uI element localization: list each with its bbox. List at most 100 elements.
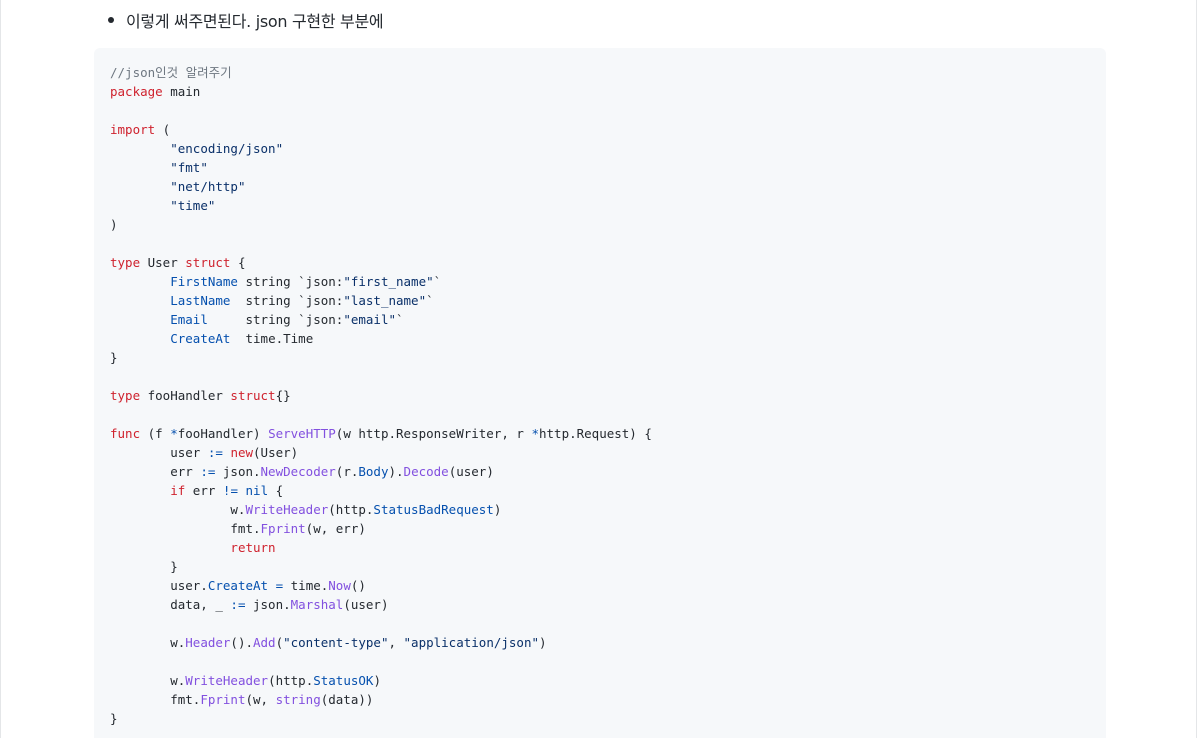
code-token: fooHandler bbox=[140, 388, 231, 403]
code-token: "encoding/json" bbox=[170, 141, 284, 156]
code-token: (data)) bbox=[320, 692, 374, 707]
code-token: } bbox=[110, 711, 118, 726]
code-token: := bbox=[207, 445, 223, 460]
code-token: type bbox=[110, 255, 141, 270]
code-token: json. bbox=[245, 597, 291, 612]
code-line: "time" bbox=[110, 196, 1090, 215]
code-line: LastName string `json:"last_name"` bbox=[110, 291, 1090, 310]
code-token: fooHandler) bbox=[177, 426, 269, 441]
code-token: time. bbox=[283, 578, 329, 593]
code-token: (r. bbox=[335, 464, 359, 479]
code-token: //json인것 알려주기 bbox=[110, 65, 232, 80]
code-token: "email" bbox=[343, 312, 397, 327]
code-token: NewDecoder bbox=[260, 464, 336, 479]
code-token: ) bbox=[373, 673, 381, 688]
code-token: "application/json" bbox=[403, 635, 539, 650]
code-token: w. bbox=[110, 635, 186, 650]
code-token: package bbox=[110, 84, 163, 99]
code-token: import bbox=[110, 122, 156, 137]
code-token: type bbox=[110, 388, 141, 403]
code-token: if bbox=[170, 483, 186, 498]
code-line: "net/http" bbox=[110, 177, 1090, 196]
code-line: func (f *fooHandler) ServeHTTP(w http.Re… bbox=[110, 424, 1090, 443]
code-token: func bbox=[110, 426, 141, 441]
code-token: time.Time bbox=[230, 331, 314, 346]
code-token: FirstName bbox=[170, 274, 238, 289]
code-token: ) bbox=[493, 502, 502, 517]
code-line: fmt.Fprint(w, err) bbox=[110, 519, 1090, 538]
code-line: package main bbox=[110, 82, 1090, 101]
code-token: ( bbox=[275, 635, 284, 650]
document-page: 이렇게 써주면된다. json 구현한 부분에 //json인것 알려주기 pac… bbox=[0, 0, 1197, 738]
code-line: user.CreateAt = time.Now() bbox=[110, 576, 1090, 595]
code-token: (user) bbox=[343, 597, 389, 612]
code-token: != bbox=[222, 483, 238, 498]
code-token: w. bbox=[110, 673, 186, 688]
code-token: return bbox=[230, 540, 276, 555]
code-line: err := json.NewDecoder(r.Body).Decode(us… bbox=[110, 462, 1090, 481]
code-token: struct bbox=[185, 255, 231, 270]
code-token: { bbox=[230, 255, 246, 270]
code-line: FirstName string `json:"first_name"` bbox=[110, 272, 1090, 291]
code-line: if err != nil { bbox=[110, 481, 1090, 500]
code-token: ServeHTTP bbox=[268, 426, 336, 441]
code-token: "content-type" bbox=[283, 635, 389, 650]
code-token: main bbox=[162, 84, 201, 99]
code-token: (w, err) bbox=[305, 521, 366, 536]
code-line: data, _ := json.Marshal(user) bbox=[110, 595, 1090, 614]
code-token: Fprint bbox=[260, 521, 306, 536]
code-token: (). bbox=[230, 635, 253, 650]
code-token: LastName bbox=[170, 293, 231, 308]
code-token: * bbox=[531, 426, 539, 441]
code-token: Decode bbox=[403, 464, 449, 479]
code-token: (f bbox=[140, 426, 171, 441]
code-token: ` bbox=[433, 274, 442, 289]
code-line: ) bbox=[110, 215, 1090, 234]
code-token: } bbox=[110, 350, 118, 365]
code-token: "net/http" bbox=[170, 179, 246, 194]
code-token: WriteHeader bbox=[185, 673, 269, 688]
code-line: type User struct { bbox=[110, 253, 1090, 272]
code-line: fmt.Fprint(w, string(data)) bbox=[110, 690, 1090, 709]
code-line: w.WriteHeader(http.StatusBadRequest) bbox=[110, 500, 1090, 519]
code-line: //json인것 알려주기 bbox=[110, 63, 1090, 82]
code-token: } bbox=[110, 559, 178, 574]
code-token: () bbox=[350, 578, 366, 593]
code-token: Fprint bbox=[200, 692, 246, 707]
code-token: json. bbox=[215, 464, 261, 479]
code-token: * bbox=[170, 426, 178, 441]
code-token: ( bbox=[155, 122, 171, 137]
code-token: "last_name" bbox=[343, 293, 427, 308]
code-token: fmt. bbox=[110, 692, 201, 707]
code-token: = bbox=[275, 578, 284, 593]
code-token: err bbox=[110, 464, 201, 479]
code-token: (http. bbox=[328, 502, 374, 517]
code-line: return bbox=[110, 538, 1090, 557]
bullet-text: 이렇게 써주면된다. json 구현한 부분에 bbox=[126, 12, 384, 31]
code-line: w.WriteHeader(http.StatusOK) bbox=[110, 671, 1090, 690]
code-token: := bbox=[200, 464, 216, 479]
code-token: new bbox=[230, 445, 254, 460]
code-token: "first_name" bbox=[343, 274, 434, 289]
code-line: w.Header().Add("content-type", "applicat… bbox=[110, 633, 1090, 652]
code-line: import ( bbox=[110, 120, 1090, 139]
code-token: string bbox=[275, 692, 321, 707]
code-token: err bbox=[185, 483, 223, 498]
code-token: Marshal bbox=[290, 597, 344, 612]
code-token: ` bbox=[396, 312, 404, 327]
code-block[interactable]: //json인것 알려주기 package main import ( "enco… bbox=[94, 48, 1106, 738]
